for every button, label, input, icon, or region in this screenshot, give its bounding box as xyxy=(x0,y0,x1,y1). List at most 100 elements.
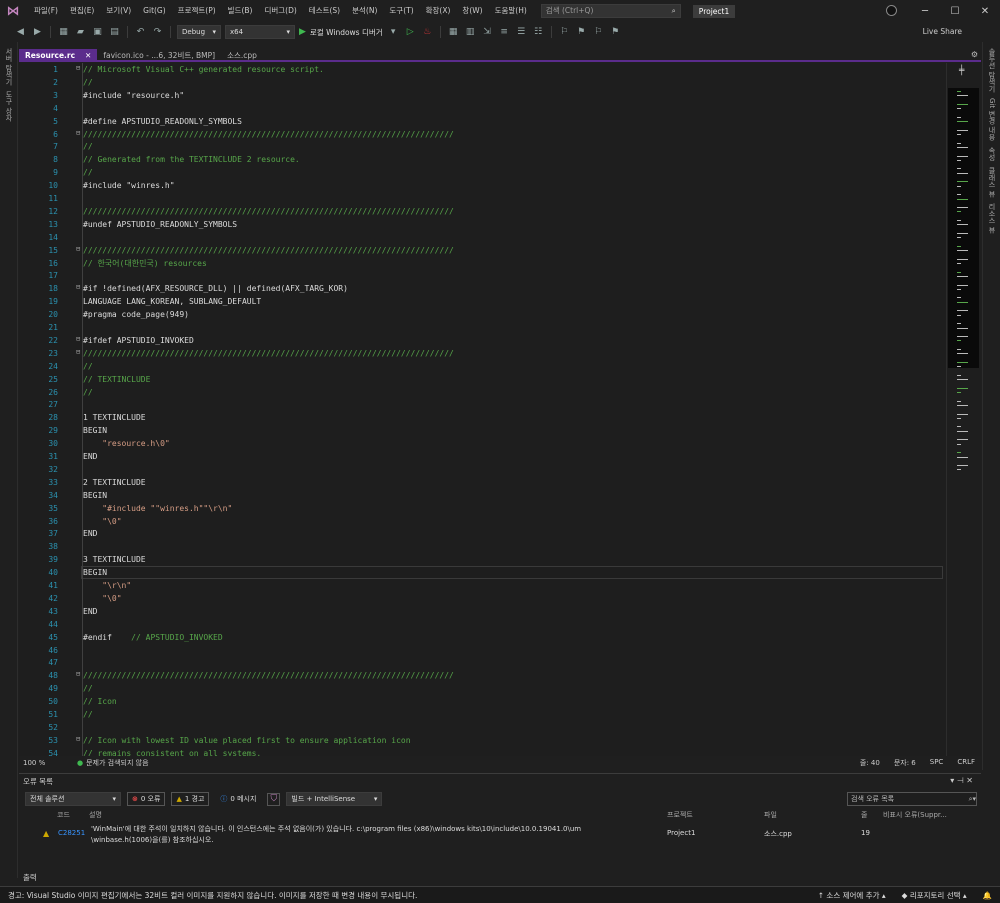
column-header-description[interactable]: 설명 xyxy=(89,810,102,820)
bookmark-prev-icon[interactable]: ⚑ xyxy=(575,26,588,39)
pin-icon[interactable]: ⊣ xyxy=(957,776,964,785)
bookmark-clear-icon[interactable]: ⚑ xyxy=(609,26,622,39)
warnings-filter-button[interactable]: ▲ 1 경고 xyxy=(171,792,210,806)
code-line[interactable]: // xyxy=(83,77,93,90)
menu-item[interactable]: 편집(E) xyxy=(64,0,100,22)
comment-icon[interactable]: ☰ xyxy=(515,26,528,39)
navigate-forward-icon[interactable]: ▶ xyxy=(31,26,44,39)
code-line[interactable]: "\0" xyxy=(83,516,121,529)
menu-item[interactable]: 빌드(B) xyxy=(222,0,259,22)
error-code-link[interactable]: C28251 xyxy=(58,829,85,837)
tab-source-cpp[interactable]: 소스.cpp xyxy=(221,49,263,60)
open-file-icon[interactable]: ▰ xyxy=(74,26,87,39)
column-header-suppression[interactable]: 비표시 오류(Suppr... xyxy=(883,810,947,820)
error-search-input[interactable]: 검색 오류 목록 ⌕▾ xyxy=(847,792,977,806)
tab-favicon-ico[interactable]: favicon.ico - ...6, 32비트, BMP] xyxy=(97,49,221,60)
code-line[interactable]: #define APSTUDIO_READONLY_SYMBOLS xyxy=(83,116,242,129)
code-line[interactable]: #undef APSTUDIO_READONLY_SYMBOLS xyxy=(83,219,237,232)
fold-toggle-icon[interactable]: ⊟ xyxy=(76,129,80,137)
column-header-line[interactable]: 줄 xyxy=(861,810,867,820)
split-view-icon[interactable]: ╪ xyxy=(959,66,964,76)
fold-toggle-icon[interactable]: ⊟ xyxy=(76,735,80,743)
fold-toggle-icon[interactable]: ⊟ xyxy=(76,335,80,343)
zoom-level[interactable]: 100 % xyxy=(19,759,59,767)
code-line[interactable]: "\0" xyxy=(83,593,121,606)
notifications-bell-icon[interactable]: 🔔 xyxy=(983,891,992,900)
code-line[interactable]: // Icon xyxy=(83,696,117,709)
code-line[interactable]: // xyxy=(83,167,93,180)
step-icon[interactable]: ⇲ xyxy=(481,26,494,39)
code-line[interactable]: #ifdef APSTUDIO_INVOKED xyxy=(83,335,194,348)
project-name-badge[interactable]: Project1 xyxy=(692,4,736,18)
configuration-dropdown[interactable]: Debug ▾ xyxy=(177,25,221,39)
code-line[interactable]: // Generated from the TEXTINCLUDE 2 reso… xyxy=(83,154,300,167)
line-indicator[interactable]: 줄: 40 xyxy=(860,758,880,768)
account-avatar-icon[interactable] xyxy=(886,5,897,16)
minimap[interactable]: ╪ xyxy=(946,63,979,756)
debugger-button[interactable]: 로컬 Windows 디버거 xyxy=(310,27,383,38)
close-icon[interactable]: ✕ xyxy=(85,49,91,60)
column-header-file[interactable]: 파일 xyxy=(764,810,777,820)
code-line[interactable]: // xyxy=(83,361,93,374)
menu-item[interactable]: 보기(V) xyxy=(100,0,137,22)
chevron-down-icon[interactable]: ▾ xyxy=(950,776,954,785)
properties-tab[interactable]: 속성 xyxy=(987,147,997,161)
code-line[interactable]: #pragma code_page(949) xyxy=(83,309,189,322)
menu-item[interactable]: 도움말(H) xyxy=(489,0,533,22)
resource-view-tab[interactable]: 리소스 뷰 xyxy=(987,203,997,233)
code-line[interactable]: #include "winres.h" xyxy=(83,180,175,193)
tab-output[interactable]: 출력 xyxy=(19,870,41,885)
code-line[interactable]: #endif // APSTUDIO_INVOKED xyxy=(83,632,223,645)
bookmark-next-icon[interactable]: ⚐ xyxy=(592,26,605,39)
platform-dropdown[interactable]: x64 ▾ xyxy=(225,25,295,39)
fold-toggle-icon[interactable]: ⊟ xyxy=(76,64,80,72)
code-line[interactable]: // xyxy=(83,141,93,154)
save-icon[interactable]: ▣ xyxy=(91,26,104,39)
menu-item[interactable]: 창(W) xyxy=(456,0,488,22)
code-line[interactable]: // xyxy=(83,683,93,696)
menu-item[interactable]: 테스트(S) xyxy=(303,0,346,22)
tab-settings-icon[interactable]: ⚙ xyxy=(971,50,978,59)
code-line[interactable]: // TEXTINCLUDE xyxy=(83,374,150,387)
menu-item[interactable]: 프로젝트(P) xyxy=(172,0,222,22)
class-view-tab[interactable]: 클래스 뷰 xyxy=(987,167,997,197)
code-line[interactable]: BEGIN xyxy=(83,490,107,503)
add-to-source-control-button[interactable]: ↑ 소스 제어에 추가 ▴ xyxy=(818,890,886,901)
code-line[interactable]: END xyxy=(83,528,97,541)
menu-item[interactable]: 분석(N) xyxy=(346,0,383,22)
redo-icon[interactable]: ↷ xyxy=(151,26,164,39)
column-header-project[interactable]: 프로젝트 xyxy=(667,810,693,820)
new-project-icon[interactable]: ▦ xyxy=(57,26,70,39)
code-line[interactable]: // xyxy=(83,387,93,400)
code-line[interactable]: "#include ""winres.h""\r\n" xyxy=(83,503,232,516)
navigate-back-icon[interactable]: ◀ xyxy=(14,26,27,39)
no-issues-text[interactable]: 문제가 검색되지 않음 xyxy=(86,758,148,768)
code-line[interactable]: // Icon with lowest ID value placed firs… xyxy=(83,735,411,748)
menu-item[interactable]: 확장(X) xyxy=(420,0,457,22)
menu-item[interactable]: Git(G) xyxy=(137,0,172,22)
layout-icon[interactable]: ▥ xyxy=(464,26,477,39)
code-line[interactable]: ////////////////////////////////////////… xyxy=(83,670,454,683)
tab-resource-rc[interactable]: Resource.rc ✕ xyxy=(19,49,98,60)
code-line[interactable]: "\r\n" xyxy=(83,580,131,593)
menu-item[interactable]: 디버그(D) xyxy=(258,0,302,22)
line-ending-indicator[interactable]: CRLF xyxy=(957,758,975,768)
code-line[interactable]: LANGUAGE LANG_KOREAN, SUBLANG_DEFAULT xyxy=(83,296,261,309)
messages-filter-button[interactable]: ⓘ 0 메시지 xyxy=(215,792,261,806)
code-line[interactable]: ////////////////////////////////////////… xyxy=(83,348,454,361)
code-line[interactable]: "resource.h\0" xyxy=(83,438,169,451)
column-header-code[interactable]: 코드 xyxy=(57,810,70,820)
whitespace-indicator[interactable]: SPC xyxy=(930,758,944,768)
breakpoints-icon[interactable]: ≡ xyxy=(498,26,511,39)
code-line[interactable]: ////////////////////////////////////////… xyxy=(83,129,454,142)
code-line[interactable]: END xyxy=(83,606,97,619)
uncomment-icon[interactable]: ☷ xyxy=(532,26,545,39)
start-debugging-icon[interactable]: ▶ xyxy=(299,27,306,37)
code-line[interactable]: #if !defined(AFX_RESOURCE_DLL) || define… xyxy=(83,283,348,296)
code-line[interactable]: // xyxy=(83,709,93,722)
filter-icon[interactable]: ⛉ xyxy=(267,792,281,806)
code-editor[interactable]: 1 2 3 4 5 6 7 8 9 10 11 12 13 14 15 16 17 18 19 20 21 22 23 24 2… xyxy=(19,63,981,756)
code-line[interactable]: // 한국어(대한민국) resources xyxy=(83,258,207,271)
search-box[interactable]: 검색 (Ctrl+Q) ⌕ xyxy=(540,4,681,18)
code-line[interactable]: END xyxy=(83,451,97,464)
